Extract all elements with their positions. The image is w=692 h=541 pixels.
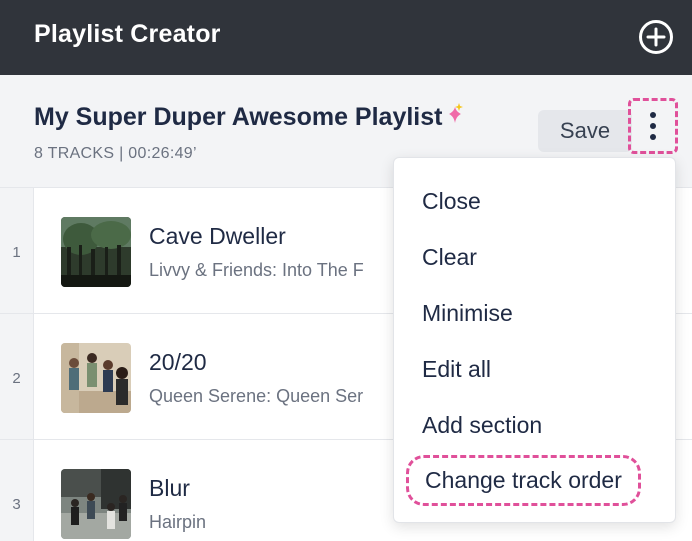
track-title: Blur: [149, 475, 190, 501]
add-playlist-button[interactable]: [638, 19, 674, 55]
track-number: 2: [12, 370, 21, 387]
app-title: Playlist Creator: [34, 20, 221, 48]
playlist-title-row: My Super Duper Awesome Playlist: [34, 103, 464, 132]
track-title: 20/20: [149, 349, 207, 375]
album-art: [61, 217, 131, 287]
menu-item-minimise[interactable]: Minimise: [422, 300, 513, 327]
album-art: [61, 343, 131, 413]
menu-item-close[interactable]: Close: [422, 188, 481, 215]
playlist-title: My Super Duper Awesome Playlist: [34, 103, 443, 131]
menu-item-add-section[interactable]: Add section: [422, 412, 542, 439]
more-vertical-icon: [650, 112, 656, 118]
track-subtitle: Hairpin: [149, 512, 207, 532]
menu-item-edit-all[interactable]: Edit all: [422, 356, 491, 383]
track-number: 3: [12, 496, 21, 513]
top-bar: Playlist Creator: [0, 0, 692, 75]
album-art: [61, 469, 131, 539]
menu-item-clear[interactable]: Clear: [422, 244, 477, 271]
track-title: Cave Dweller: [149, 223, 286, 249]
plus-circle-icon: [639, 20, 673, 54]
menu-item-change-track-order[interactable]: Change track order: [406, 455, 641, 506]
track-subtitle: Queen Serene: Queen Ser: [149, 386, 364, 406]
save-button[interactable]: Save: [538, 110, 632, 152]
sparkle-icon: [446, 103, 464, 125]
more-options-button[interactable]: [628, 98, 678, 154]
playlist-meta: 8 TRACKS | 00:26:49’: [34, 145, 197, 162]
track-subtitle: Livvy & Friends: Into The F: [149, 260, 364, 280]
options-menu: Close Clear Minimise Edit all Add sectio…: [393, 157, 676, 523]
track-number: 1: [12, 244, 21, 261]
